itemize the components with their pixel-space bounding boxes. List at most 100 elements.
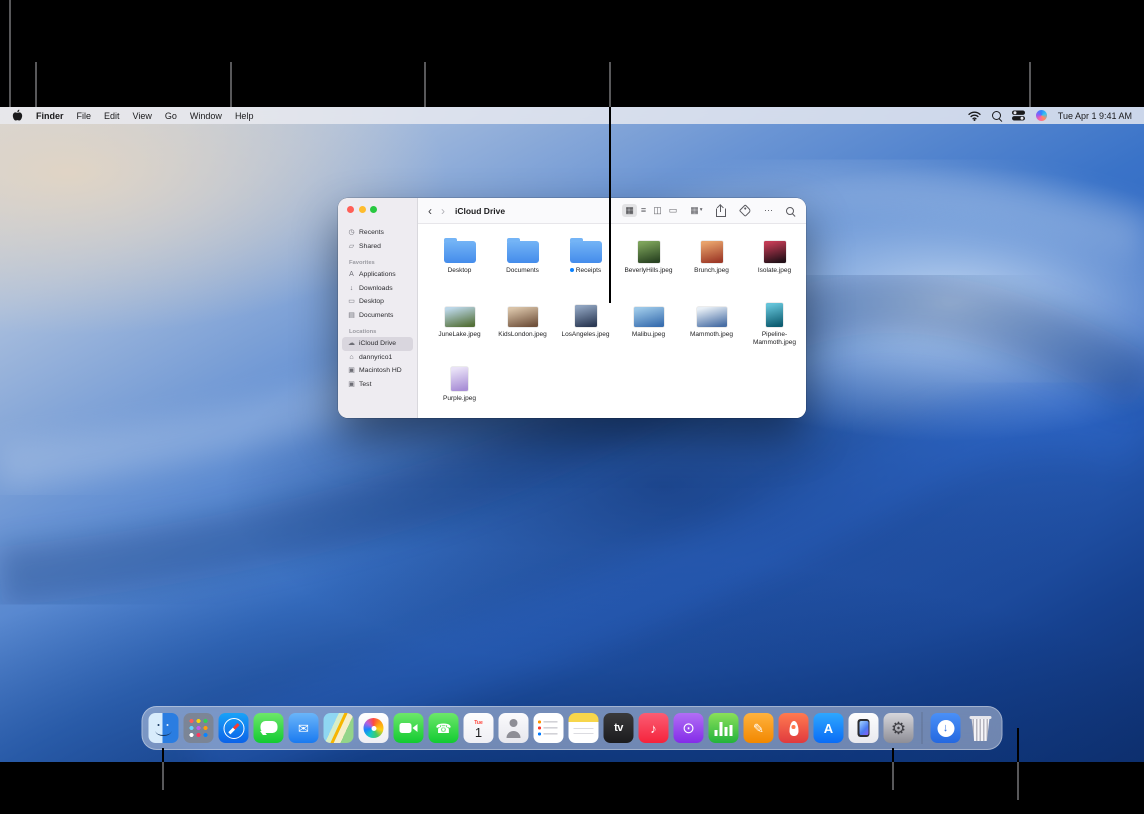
file-losangeles-jpeg[interactable]: LosAngeles.jpeg [554,294,617,358]
zoom-button[interactable] [370,206,377,213]
sidebar-item-icloud-drive[interactable]: ☁iCloud Drive [342,337,413,351]
list-view-button[interactable]: ≡ [638,204,649,217]
dock-item-calendar[interactable]: Tue1 [464,713,494,743]
calendar-app-icon: Tue1 [464,713,494,743]
siri-icon[interactable] [1036,110,1047,122]
sidebar-item-dannyrico1[interactable]: ⌂dannyrico1 [342,351,413,365]
share-button[interactable] [713,202,729,219]
dock-item-podcasts[interactable]: ⊙ [674,713,704,743]
menu-edit[interactable]: Edit [104,111,120,121]
menu-view[interactable]: View [133,111,152,121]
sidebar-item-downloads[interactable]: ↓Downloads [342,282,413,296]
dock-item-facetime[interactable] [394,713,424,743]
sidebar-item-recents[interactable]: ◷Recents [342,226,413,240]
sidebar-item-label: dannyrico1 [359,354,392,361]
dock-item-safari[interactable] [219,713,249,743]
messages-app-icon [254,713,284,743]
apple-logo-icon [12,109,23,122]
sidebar-item-applications[interactable]: AApplications [342,268,413,282]
finder-content: DesktopDocumentsReceipts BeverlyHills.jpe… [418,224,806,418]
menu-bar-left: Finder File Edit View Go Window Help [12,110,253,122]
dock-item-phone[interactable]: ☎ [429,713,459,743]
menu-bar-clock[interactable]: Tue Apr 1 9:41 AM [1058,111,1132,121]
dock-item-settings[interactable]: ⚙ [884,713,914,743]
reminders-app-icon [534,713,564,743]
finder-toolbar: ‹ › iCloud Drive ▦ ≡ ◫ ▭ ▦ ▾ ⋯ [418,198,806,224]
callout-line [35,62,37,107]
gallery-view-button[interactable]: ▭ [666,204,681,217]
dock-item-contacts[interactable] [499,713,529,743]
menu-finder[interactable]: Finder [36,111,64,121]
sidebar-item-desktop[interactable]: ▭Desktop [342,295,413,309]
search-button[interactable] [783,205,797,217]
menu-help[interactable]: Help [235,111,254,121]
dock-item-appstore[interactable]: A [814,713,844,743]
dock-item-downloads[interactable] [931,713,961,743]
sidebar-item-macintosh-hd[interactable]: ▣Macintosh HD [342,364,413,378]
file-beverlyhills-jpeg[interactable]: BeverlyHills.jpeg [617,230,680,294]
applications-icon: A [347,271,356,278]
dock-item-trash[interactable] [966,713,996,743]
control-center-icon[interactable] [1012,110,1025,122]
file-documents[interactable]: Documents [491,230,554,294]
dock-item-reminders[interactable] [534,713,564,743]
column-view-button[interactable]: ◫ [650,204,665,217]
file-desktop[interactable]: Desktop [428,230,491,294]
sidebar-item-test[interactable]: ▣Test [342,378,413,392]
dock-item-rocket[interactable] [779,713,809,743]
more-button[interactable]: ⋯ [761,204,776,217]
file-name: KidsLondon.jpeg [494,331,552,339]
dock-item-mail[interactable]: ✉ [289,713,319,743]
dock-item-notes[interactable] [569,713,599,743]
sidebar-item-shared[interactable]: ▱Shared [342,240,413,254]
file-name: BeverlyHills.jpeg [620,267,678,275]
callout-line [424,62,426,107]
apple-menu[interactable] [12,110,23,122]
icon-view-button[interactable]: ▦ [622,204,637,217]
dock-item-numbers[interactable] [709,713,739,743]
launchpad-app-icon [184,713,214,743]
file-purple-jpeg[interactable]: Purple.jpeg [428,358,491,418]
menu-file[interactable]: File [77,111,92,121]
file-mammoth-jpeg[interactable]: Mammoth.jpeg [680,294,743,358]
file-malibu-jpeg[interactable]: Malibu.jpeg [617,294,680,358]
dock-item-pages[interactable]: ✎ [744,713,774,743]
back-button[interactable]: ‹ [427,205,433,217]
view-switcher: ▦ ≡ ◫ ▭ [622,204,680,217]
thumbnail-wrap [444,230,476,263]
file-brunch-jpeg[interactable]: Brunch.jpeg [680,230,743,294]
dock-item-music[interactable]: ♪ [639,713,669,743]
spotlight-search-icon[interactable] [992,110,1001,122]
file-name: Receipts [557,267,615,275]
numbers-app-icon [709,713,739,743]
menu-go[interactable]: Go [165,111,177,121]
dock-item-tv[interactable]: tv [604,713,634,743]
wifi-icon[interactable] [968,110,981,122]
music-glyph: ♪ [650,722,657,735]
dock-item-maps[interactable] [324,713,354,743]
dock-item-photos[interactable] [359,713,389,743]
file-isolate-jpeg[interactable]: Isolate.jpeg [743,230,806,294]
file-name: Malibu.jpeg [620,331,678,339]
dock-item-launchpad[interactable] [184,713,214,743]
sidebar-item-documents[interactable]: ▤Documents [342,309,413,323]
file-pipeline-mammoth-jpeg[interactable]: Pipeline-Mammoth.jpeg [743,294,806,358]
tags-button[interactable] [736,203,755,218]
dock-item-finder[interactable] [149,713,179,743]
menu-window[interactable]: Window [190,111,222,121]
menu-list: Finder File Edit View Go Window Help [36,111,253,121]
sidebar-item-label: Macintosh HD [359,367,402,374]
group-button[interactable]: ▦ ▾ [687,204,705,217]
thumbnail-wrap [451,358,468,391]
forward-button[interactable]: › [440,205,446,217]
dock-item-messages[interactable] [254,713,284,743]
file-kidslondon-jpeg[interactable]: KidsLondon.jpeg [491,294,554,358]
minimize-button[interactable] [359,206,366,213]
file-junelake-jpeg[interactable]: JuneLake.jpeg [428,294,491,358]
thumbnail-wrap [570,230,602,263]
folder-icon [444,241,476,263]
file-receipts[interactable]: Receipts [554,230,617,294]
dock-item-iphone-mirroring[interactable] [849,713,879,743]
close-button[interactable] [347,206,354,213]
dock: ✉ ☎Tue1 tv ♪ ⊙ ✎ A ⚙ [142,706,1003,750]
